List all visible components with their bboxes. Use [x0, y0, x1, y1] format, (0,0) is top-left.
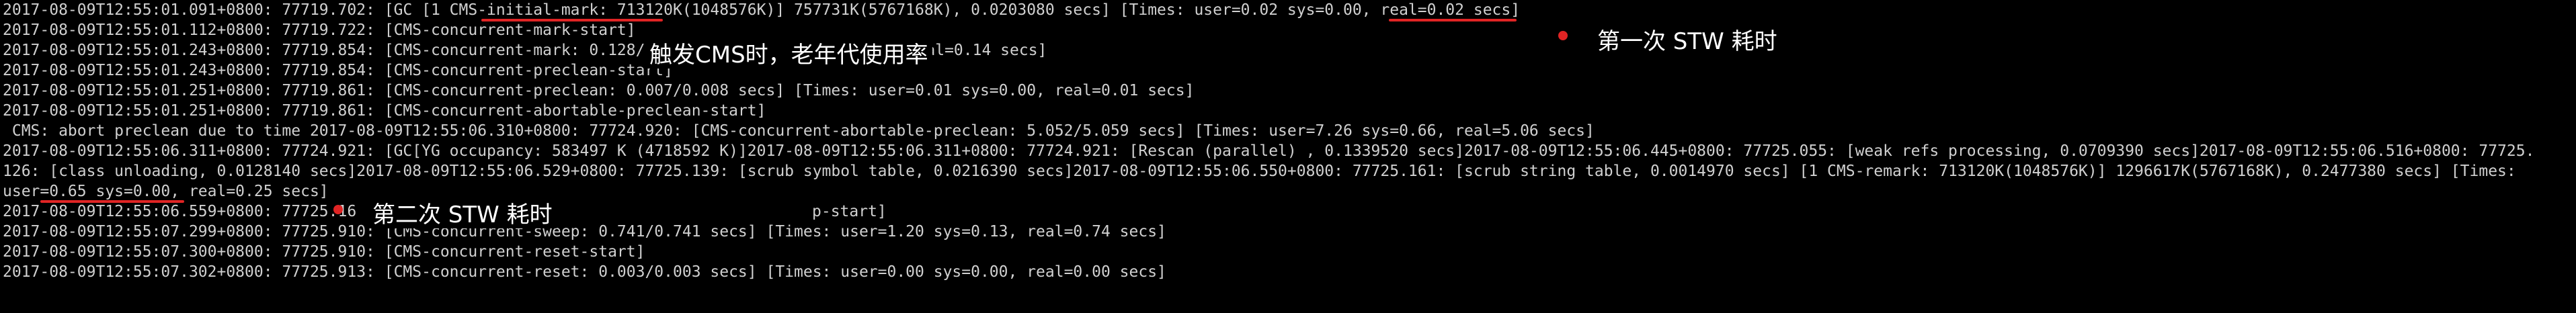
- log-line-reset-start: 2017-08-09T12:55:07.300+0800: 77725.910:…: [3, 243, 645, 261]
- log-line-preclean: 2017-08-09T12:55:01.251+0800: 77719.861:…: [3, 82, 1195, 99]
- log-line-remark-part3: user=0.65 sys=0.00, real=0.25 secs]: [3, 183, 329, 200]
- log-line-sweep-start: 2017-08-09T12:55:06.559+0800: 77725.16: [3, 203, 357, 220]
- first-stw-underline: [1389, 19, 1517, 21]
- log-line-abortable-preclean-start: 2017-08-09T12:55:01.251+0800: 77719.861:…: [3, 102, 766, 120]
- terminal-window: 2017-08-09T12:55:01.091+0800: 77719.702:…: [0, 0, 2576, 313]
- log-line-remark-part1: 2017-08-09T12:55:06.311+0800: 77724.921:…: [3, 142, 2535, 160]
- log-line-abort-preclean: CMS: abort preclean due to time 2017-08-…: [3, 122, 1595, 140]
- second-stw-underline: [40, 200, 184, 203]
- trigger-cms-annotation: 触发CMS时，老年代使用率: [645, 42, 932, 69]
- log-line-initial-mark: 2017-08-09T12:55:01.091+0800: 77719.702:…: [3, 1, 1521, 19]
- log-line-concurrent-mark: 2017-08-09T12:55:01.243+0800: 77719.854:…: [3, 42, 673, 59]
- log-line-mark-start: 2017-08-09T12:55:01.112+0800: 77719.722:…: [3, 21, 636, 39]
- log-line-reset: 2017-08-09T12:55:07.302+0800: 77725.913:…: [3, 263, 1166, 281]
- second-stw-annotation: 第二次 STW 耗时: [368, 202, 557, 228]
- log-line-remark-part2: 126: [class unloading, 0.0128140 secs]20…: [3, 163, 2516, 180]
- first-stw-marker-dot: [1558, 31, 1568, 40]
- log-line-sweep: 2017-08-09T12:55:07.299+0800: 77725.910:…: [3, 223, 1166, 240]
- log-line-preclean-start: 2017-08-09T12:55:01.243+0800: 77719.854:…: [3, 62, 673, 79]
- first-stw-annotation: 第一次 STW 耗时: [1593, 28, 1781, 55]
- second-stw-marker-dot: [333, 205, 343, 214]
- old-gen-usage-underline: [481, 19, 663, 21]
- log-line-sweep-start-tail: p-start]: [812, 203, 887, 220]
